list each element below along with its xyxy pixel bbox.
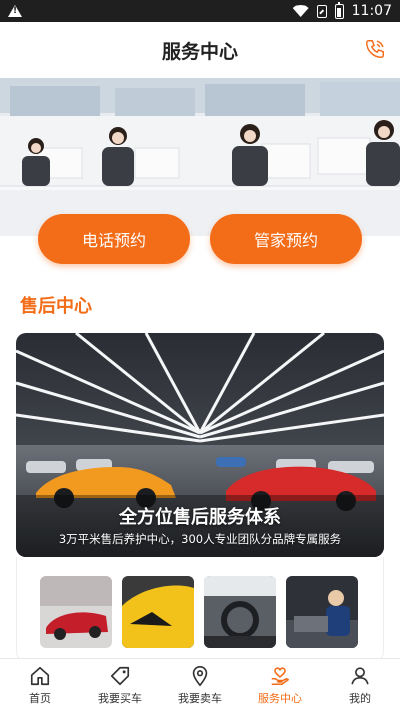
thumbnail-yellow-car[interactable] <box>122 576 194 648</box>
thumbnail-interior[interactable] <box>204 576 276 648</box>
nav-label-home: 首页 <box>29 691 51 705</box>
thumbnail-mechanic[interactable] <box>286 576 358 648</box>
thumbnail-list <box>40 576 358 648</box>
section-title: 售后中心 <box>20 296 92 317</box>
nav-item-service-center[interactable]: 服务中心 <box>240 659 320 711</box>
nav-item-sell-car[interactable]: 我要卖车 <box>160 659 240 711</box>
page-title: 服务中心 <box>161 40 238 63</box>
status-time: 11:07 <box>351 3 392 19</box>
heart-hand-icon <box>271 666 290 685</box>
action-buttons: 电话预约 管家预约 <box>0 214 400 264</box>
nav-label-sell-car: 我要卖车 <box>178 691 222 705</box>
warning-icon <box>8 5 22 17</box>
butler-booking-button[interactable]: 管家预约 <box>210 214 362 264</box>
reception-scene <box>0 78 400 236</box>
battery-icon <box>334 1 344 19</box>
thumbnail-red-car[interactable] <box>40 576 112 648</box>
feature-banner[interactable]: 全方位售后服务体系 3万平米售后养护中心，300人专业团队分品牌专属服务 <box>16 333 384 557</box>
nav-item-profile[interactable]: 我的 <box>320 659 400 711</box>
phone-booking-button[interactable]: 电话预约 <box>38 214 190 264</box>
app-header: 服务中心 <box>0 22 400 78</box>
feature-title: 全方位售后服务体系 <box>119 507 281 528</box>
nav-label-service-center: 服务中心 <box>258 691 302 705</box>
tag-icon <box>110 666 130 685</box>
bottom-navigation: 首页 我要买车 我要卖车 服务中心 我的 <box>0 658 400 711</box>
status-bar: 11:07 <box>0 0 400 22</box>
feature-subtitle: 3万平米售后养护中心，300人专业团队分品牌专属服务 <box>58 532 342 546</box>
user-icon <box>351 666 369 684</box>
home-icon <box>30 666 50 685</box>
phone-icon[interactable] <box>364 38 386 60</box>
nav-item-buy-car[interactable]: 我要买车 <box>80 659 160 711</box>
nav-item-home[interactable]: 首页 <box>0 659 80 711</box>
wifi-icon <box>292 5 309 17</box>
sim-icon <box>316 4 327 18</box>
nav-label-buy-car: 我要买车 <box>98 691 142 705</box>
nav-label-profile: 我的 <box>349 691 371 705</box>
hero-image <box>0 78 400 236</box>
location-icon <box>192 665 208 686</box>
